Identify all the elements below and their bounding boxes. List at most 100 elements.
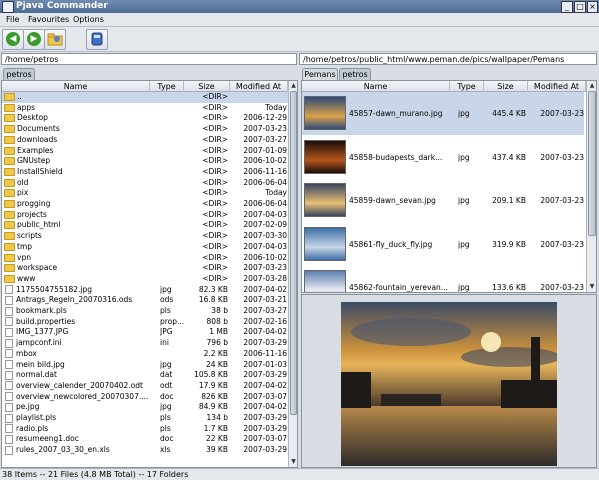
column-type[interactable]: Type xyxy=(150,81,184,92)
file-type: pls xyxy=(160,413,171,422)
table-row[interactable]: bookmark.pls pls 38 b 2007-03-27 xyxy=(2,306,288,317)
table-row[interactable]: scripts <DIR> 2007-03-30 xyxy=(2,231,288,242)
file-size: <DIR> xyxy=(202,199,228,208)
column-type[interactable]: Type xyxy=(450,81,484,92)
table-row[interactable]: 45859-dawn_sevan.jpg jpg 209.1 KB 2007-03-2… xyxy=(302,179,584,222)
table-row[interactable]: pix <DIR> Today xyxy=(2,188,288,199)
file-size: 24 KB xyxy=(206,359,228,369)
column-modified[interactable]: Modified At xyxy=(230,81,288,92)
right-path-field[interactable]: /home/petros/public_html/www.peman.de/pi… xyxy=(299,53,597,65)
file-name: workspace xyxy=(17,263,58,273)
maximize-button[interactable]: □ xyxy=(574,1,586,13)
table-row[interactable]: mbox 2.2 KB 2006-11-16 xyxy=(2,349,288,360)
table-row[interactable]: 45862-fountain_yerevan... jpg 133.6 KB 2007… xyxy=(302,266,584,292)
left-file-list[interactable]: Name Type Size Modified At .. <DIR> apps <D… xyxy=(1,80,298,468)
column-size[interactable]: Size xyxy=(484,81,528,92)
file-modified: 2007-03-29 xyxy=(243,370,287,380)
table-row[interactable]: mein bild.jpg jpg 24 KB 2007-01-03 xyxy=(2,360,288,371)
table-row[interactable]: www <DIR> 2007-03-28 xyxy=(2,274,288,285)
table-row[interactable]: progging <DIR> 2006-06-04 xyxy=(2,199,288,210)
file-type: pls xyxy=(160,423,171,433)
table-row[interactable]: Documents <DIR> 2007-03-23 xyxy=(2,124,288,135)
table-row[interactable]: tmp <DIR> 2007-04-03 xyxy=(2,242,288,253)
table-row[interactable]: pe.jpg jpg 84.9 KB 2007-04-02 xyxy=(2,402,288,413)
table-row[interactable]: GNUstep <DIR> 2006-10-02 xyxy=(2,156,288,167)
file-icon xyxy=(5,434,13,444)
table-row[interactable]: IMG_1377.JPG JPG 1 MB 2007-04-02 xyxy=(2,327,288,338)
scroll-down-arrow[interactable]: ▼ xyxy=(289,457,297,466)
scroll-up-arrow[interactable]: ▲ xyxy=(587,81,596,90)
tab-pemans[interactable]: Pemans xyxy=(302,68,338,80)
file-type: JPG xyxy=(160,327,173,337)
table-row[interactable]: old <DIR> 2006-06-04 xyxy=(2,178,288,189)
table-row[interactable]: Antrags_Regeln_20070316.ods ods 16.8 KB 200… xyxy=(2,295,288,306)
drive-button[interactable] xyxy=(86,29,108,50)
left-scrollbar[interactable]: ▲ ▼ xyxy=(288,81,297,467)
table-row[interactable]: vpn <DIR> 2006-10-02 xyxy=(2,253,288,264)
close-button[interactable]: × xyxy=(587,1,598,13)
folder-icon xyxy=(4,167,15,176)
table-row[interactable]: 45861-fly_duck_fly.jpg jpg 319.9 KB 2007-03… xyxy=(302,223,584,266)
table-row[interactable]: .. <DIR> xyxy=(2,92,288,103)
file-type: xls xyxy=(160,445,171,455)
file-name: Examples xyxy=(17,145,54,155)
table-row[interactable]: radio.pls pls 1.7 KB 2007-03-29 xyxy=(2,424,288,435)
forward-button[interactable]: ▶ xyxy=(23,29,45,50)
favorites-button[interactable] xyxy=(44,29,66,50)
table-row[interactable]: InstallShield <DIR> 2006-11-16 xyxy=(2,167,288,178)
file-size: 105.8 KB xyxy=(194,370,228,380)
right-file-list[interactable]: Name Type Size Modified At 45857-dawn_mu… xyxy=(301,80,597,293)
table-row[interactable]: overview_newcolored_20070307.... doc 826 K… xyxy=(2,392,288,403)
tab-petros-right[interactable]: petros xyxy=(339,68,371,80)
file-modified: 2006-11-16 xyxy=(243,348,287,358)
table-row[interactable]: resumeeng1.doc doc 22 KB 2007-03-07 xyxy=(2,434,288,445)
table-row[interactable]: normal.dat dat 105.8 KB 2007-03-29 xyxy=(2,370,288,381)
menu-options[interactable]: Options xyxy=(73,15,104,24)
file-name: .. xyxy=(17,92,22,101)
column-modified[interactable]: Modified At xyxy=(528,81,586,92)
table-row[interactable]: build.properties prop... 808 b 2007-02-16 xyxy=(2,317,288,328)
file-size: <DIR> xyxy=(202,134,228,144)
window-menu-icon[interactable] xyxy=(2,1,14,13)
file-name: 45862-fountain_yerevan... xyxy=(349,283,448,292)
file-icon xyxy=(5,424,13,434)
thumbnail-image xyxy=(304,183,346,217)
scroll-down-arrow[interactable]: ▼ xyxy=(587,282,596,291)
table-row[interactable]: public_html <DIR> 2007-02-09 xyxy=(2,220,288,231)
scroll-up-arrow[interactable]: ▲ xyxy=(289,81,297,90)
column-size[interactable]: Size xyxy=(184,81,230,92)
table-row[interactable]: downloads <DIR> 2007-03-27 xyxy=(2,135,288,146)
folder-icon xyxy=(4,189,15,198)
table-row[interactable]: 45857-dawn_murano.jpg jpg 445.4 KB 2007-03-… xyxy=(302,92,584,135)
back-button[interactable]: ◀ xyxy=(2,29,24,50)
table-row[interactable]: Examples <DIR> 2007-01-09 xyxy=(2,146,288,157)
file-size: 134 b xyxy=(206,413,228,422)
file-name: resumeeng1.doc xyxy=(16,434,79,444)
menu-file[interactable]: File xyxy=(6,15,19,24)
table-row[interactable]: apps <DIR> Today xyxy=(2,103,288,114)
file-size: <DIR> xyxy=(202,209,228,219)
tab-petros-left[interactable]: petros xyxy=(3,68,35,80)
column-name[interactable]: Name xyxy=(2,81,150,92)
menu-favourites[interactable]: Favourites xyxy=(28,15,69,24)
column-name[interactable]: Name xyxy=(302,81,450,92)
file-modified: 2006-11-16 xyxy=(243,166,287,176)
file-modified: 2007-01-03 xyxy=(243,359,287,369)
minimize-button[interactable]: _ xyxy=(561,1,573,13)
left-scroll-thumb[interactable] xyxy=(290,91,297,415)
table-row[interactable]: 1175504755182.jpg jpg 82.3 KB 2007-04-02 xyxy=(2,285,288,296)
right-scrollbar[interactable]: ▲ ▼ xyxy=(586,81,596,292)
table-row[interactable]: projects <DIR> 2007-04-03 xyxy=(2,210,288,221)
table-row[interactable]: jampconf.ini ini 796 b 2007-03-29 xyxy=(2,338,288,349)
table-row[interactable]: playlist.pls pls 134 b 2007-03-29 xyxy=(2,413,288,424)
right-scroll-thumb[interactable] xyxy=(588,91,596,236)
left-path-field[interactable]: /home/petros xyxy=(1,53,297,65)
table-row[interactable]: overview_calender_20070402.odt odt 17.9 KB… xyxy=(2,381,288,392)
folder-icon xyxy=(4,200,15,208)
table-row[interactable]: rules_2007_03_30_en.xls xls 39 KB 2007-03-2… xyxy=(2,445,288,456)
table-row[interactable]: 45858-budapests_dark... jpg 437.4 KB 2007-0… xyxy=(302,136,584,179)
table-row[interactable]: workspace <DIR> 2007-03-23 xyxy=(2,263,288,274)
table-row[interactable]: Desktop <DIR> 2006-12-29 xyxy=(2,113,288,124)
file-name: 45859-dawn_sevan.jpg xyxy=(349,196,436,205)
file-icon xyxy=(5,360,13,369)
